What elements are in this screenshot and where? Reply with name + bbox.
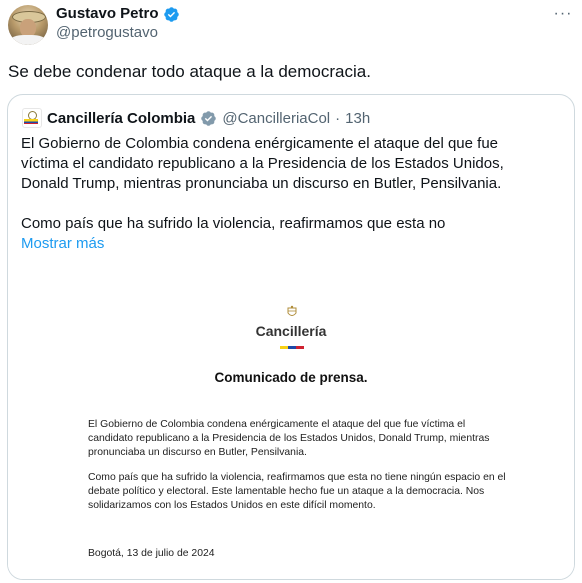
quoted-author-name[interactable]: Cancillería Colombia (47, 110, 195, 127)
more-options-button[interactable]: ··· (548, 2, 578, 26)
quoted-text-line: El Gobierno de Colombia condena enérgica… (21, 135, 498, 152)
header-separator: · (335, 109, 341, 127)
verified-badge-icon (201, 110, 217, 126)
document-body: El Gobierno de Colombia condena enérgica… (88, 418, 508, 524)
show-more-link[interactable]: Mostrar más (21, 235, 104, 252)
quoted-tweet-time[interactable]: 13h (345, 110, 370, 127)
tweet-text: Se debe condenar todo ataque a la democr… (8, 62, 371, 81)
document-paragraph: El Gobierno de Colombia condena enérgica… (88, 419, 490, 458)
verified-badge-icon (163, 6, 179, 22)
coat-of-arms-icon (287, 305, 297, 316)
author-name-row: Gustavo Petro (56, 5, 180, 23)
quoted-tweet-header: Cancillería Colombia @CancilleriaCol · 1… (22, 108, 370, 128)
quoted-author-avatar[interactable] (22, 108, 42, 128)
quoted-author-handle: @CancilleriaCol (222, 109, 331, 127)
quoted-text-line: víctima el candidato republicano a la Pr… (21, 155, 504, 172)
quoted-text-line: Donald Trump, mientras pronunciaba un di… (21, 175, 502, 192)
more-dots-icon: ··· (553, 5, 573, 22)
document-date: Bogotá, 13 de julio de 2024 (88, 548, 215, 559)
document-paragraph: Como país que ha sufrido la violencia, r… (88, 472, 506, 511)
avatar-shirt-shape (10, 35, 46, 45)
tweet: Gustavo Petro @petrogustavo ··· Se debe … (0, 0, 582, 583)
quoted-text-line: Como país que ha sufrido la violencia, r… (21, 215, 446, 232)
quoted-tweet-text: El Gobierno de Colombia condena enérgica… (21, 134, 561, 234)
author-display-name[interactable]: Gustavo Petro (56, 5, 159, 23)
colombia-flag-shape (24, 119, 38, 124)
tricolor-bar (280, 346, 304, 349)
document-brand: Cancillería (255, 323, 327, 339)
author-avatar[interactable] (8, 5, 48, 45)
document-title: Comunicado de prensa. (214, 370, 368, 385)
quoted-tweet[interactable]: Cancillería Colombia @CancilleriaCol · 1… (7, 94, 575, 580)
press-release-image[interactable]: Cancillería Comunicado de prensa. El Gob… (8, 265, 574, 579)
author-handle[interactable]: @petrogustavo (56, 24, 158, 42)
